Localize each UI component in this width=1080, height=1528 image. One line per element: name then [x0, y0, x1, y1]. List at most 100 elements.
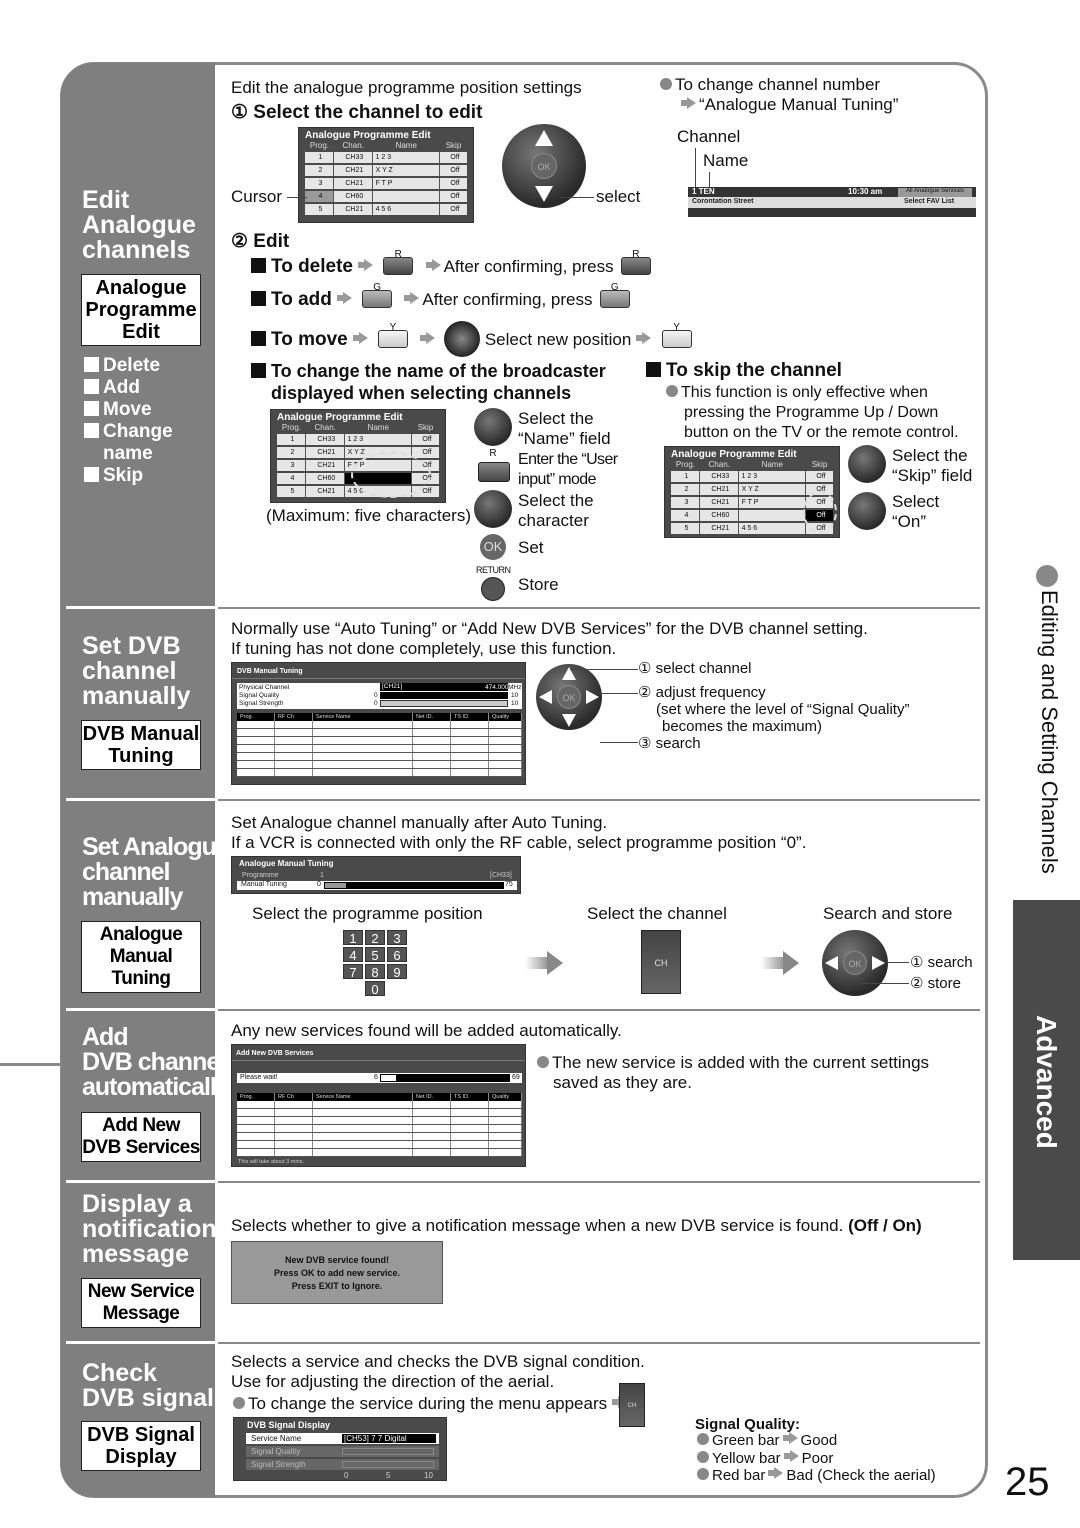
- highlight-ellipse: [803, 491, 837, 533]
- key-5: 5: [365, 947, 385, 963]
- sidebar-divider: [66, 606, 216, 609]
- column-header: Net ID.: [413, 1093, 451, 1101]
- step2-heading: ② Edit: [231, 231, 290, 252]
- table-row: [237, 1117, 522, 1125]
- step1-heading: ① Select the channel to edit: [231, 102, 483, 123]
- pointer-line: [600, 742, 638, 743]
- page-number: 25: [1005, 1460, 1050, 1504]
- rename-step-1: Select the “Name” field: [518, 409, 611, 448]
- key-9: 9: [387, 964, 407, 980]
- osd-row: 1 CH33 1 2 3 Off: [305, 152, 467, 163]
- table-row: [237, 761, 522, 769]
- yellow-button-icon: Y: [661, 322, 692, 348]
- column-header: TS ID.: [451, 1093, 489, 1101]
- delete-instruction: To delete R After confirming, press R: [251, 249, 653, 278]
- progress-bar: [380, 1074, 510, 1082]
- menu-dvb-manual-tuning[interactable]: DVB Manual Tuning: [81, 720, 201, 770]
- cursor-pointer: [287, 197, 307, 198]
- osd-skip: Analogue Programme Edit Prog. Chan. Name Sk…: [664, 446, 840, 538]
- list-item: Change: [84, 421, 173, 443]
- dpad-left-right-icon: [848, 445, 886, 483]
- signal-quality-legend: Green bar Good Yellow bar Poor Red bar Bad …: [697, 1432, 936, 1485]
- change-number-target: “Analogue Manual Tuning”: [676, 95, 898, 115]
- osd-rename: Analogue Programme Edit Prog. Chan. Name Sk…: [270, 409, 446, 503]
- cursor-label: Cursor: [231, 187, 283, 206]
- column-header: Prog.: [237, 1093, 275, 1101]
- menu-analogue-manual-tuning[interactable]: Analogue Manual Tuning: [81, 921, 201, 993]
- pointer-line: [598, 693, 638, 694]
- osd-row: 5 CH21 4 5 6 Off: [305, 204, 467, 215]
- name-label: Name: [703, 151, 749, 170]
- column-header: Service Name: [313, 713, 413, 721]
- menu-analogue-programme-edit[interactable]: Analogue Programme Edit: [81, 274, 201, 346]
- column-header: RF Ch: [275, 1093, 313, 1101]
- key-7: 7: [343, 964, 363, 980]
- section-divider: [218, 607, 980, 609]
- list-item: name: [103, 443, 153, 464]
- flow-arrow-icon: [525, 951, 563, 975]
- channel-pointer: [695, 148, 696, 188]
- osd-row: 2 CH21 X Y Z Off: [671, 484, 833, 495]
- legend-item: Yellow bar Poor: [697, 1449, 936, 1468]
- yellow-button-icon: Y: [378, 322, 408, 348]
- osd-row: 1 CH33 1 2 3 Off: [277, 434, 439, 445]
- menu-dvb-signal-display[interactable]: DVB Signal Display: [81, 1421, 201, 1471]
- highlight-ellipse: [351, 452, 431, 498]
- table-header: Prog. RF Ch Service Name Net ID. TS ID. Quali…: [237, 713, 522, 721]
- indicator-line: [0, 1063, 62, 1066]
- legend-item: Green bar Good: [697, 1432, 936, 1450]
- move-instruction: To move Y Select new position Y: [251, 321, 694, 357]
- new-service-message-box: New DVB service found! Press OK to add ne…: [231, 1241, 443, 1304]
- menu-add-new-dvb-services[interactable]: Add New DVB Services: [81, 1112, 201, 1162]
- osd-dvb-signal-display: DVB Signal Display Service Name [CH53] 7…: [233, 1417, 447, 1481]
- key-1: 1: [343, 930, 363, 946]
- column-header: RF Ch: [275, 713, 313, 721]
- step-select-channel: Select the channel: [587, 904, 727, 923]
- down-arrow-icon: [535, 186, 553, 202]
- rename-step-3: Select the character: [518, 491, 594, 530]
- green-button-icon: G: [362, 282, 393, 308]
- list-item: Skip: [84, 465, 173, 487]
- name-pointer: [709, 172, 710, 188]
- table-row: [237, 1141, 522, 1149]
- step-select-position: Select the programme position: [252, 904, 483, 923]
- column-header: TS ID.: [451, 713, 489, 721]
- table-row: [237, 721, 522, 729]
- pointer-line: [885, 962, 909, 963]
- add-dvb-intro: Any new services found will be added aut…: [231, 1021, 622, 1040]
- select-label: select: [596, 187, 641, 206]
- dpad-up-down-icon: [848, 492, 886, 530]
- dpad-icon: OK: [822, 930, 888, 996]
- key-2: 2: [365, 930, 385, 946]
- osd-row: 1 CH33 1 2 3 Off: [671, 471, 833, 482]
- table-row: [237, 769, 522, 777]
- list-item: Delete: [84, 355, 173, 377]
- ch-button-icon: CH: [641, 930, 681, 994]
- skip-step-1: Select the “Skip” field: [892, 446, 973, 485]
- edit-intro: Edit the analogue programme position set…: [231, 78, 582, 97]
- list-item: Move: [84, 399, 173, 421]
- table-row: [237, 729, 522, 737]
- signal-intro: Selects a service and checks the DVB sig…: [231, 1352, 645, 1391]
- table-row: [237, 1101, 522, 1109]
- section-title-notification: Display a notification message: [82, 1190, 217, 1268]
- return-button-icon: [481, 577, 505, 601]
- ok-button-icon: OK: [480, 534, 506, 560]
- skip-note: This function is only effective when pre…: [666, 383, 959, 443]
- section-divider: [218, 1009, 980, 1011]
- change-number-note: To change channel number: [660, 75, 880, 95]
- section-divider: [218, 1181, 980, 1183]
- channel-banner: 1 TEN 10:30 am All Analogue Services Cor…: [688, 187, 976, 217]
- table-row: [237, 1109, 522, 1117]
- tuning-bar: [324, 882, 504, 889]
- search-store-steps: ① search ② store: [910, 954, 973, 992]
- chapter-heading: Editing and Setting Channels: [1037, 590, 1062, 874]
- ch-button-icon: CH: [619, 1383, 645, 1427]
- progress-bar-fill: [381, 1075, 397, 1081]
- signal-change-note: To change the service during the menu ap…: [233, 1394, 630, 1414]
- osd-row: 2 CH21 X Y Z Off: [305, 165, 467, 176]
- menu-new-service-message[interactable]: New Service Message: [81, 1278, 201, 1328]
- skip-heading: To skip the channel: [646, 360, 842, 382]
- osd-dvb-manual-tuning: DVB Manual Tuning Physical Channel Signa…: [231, 662, 526, 785]
- sidebar-divider: [66, 1180, 216, 1183]
